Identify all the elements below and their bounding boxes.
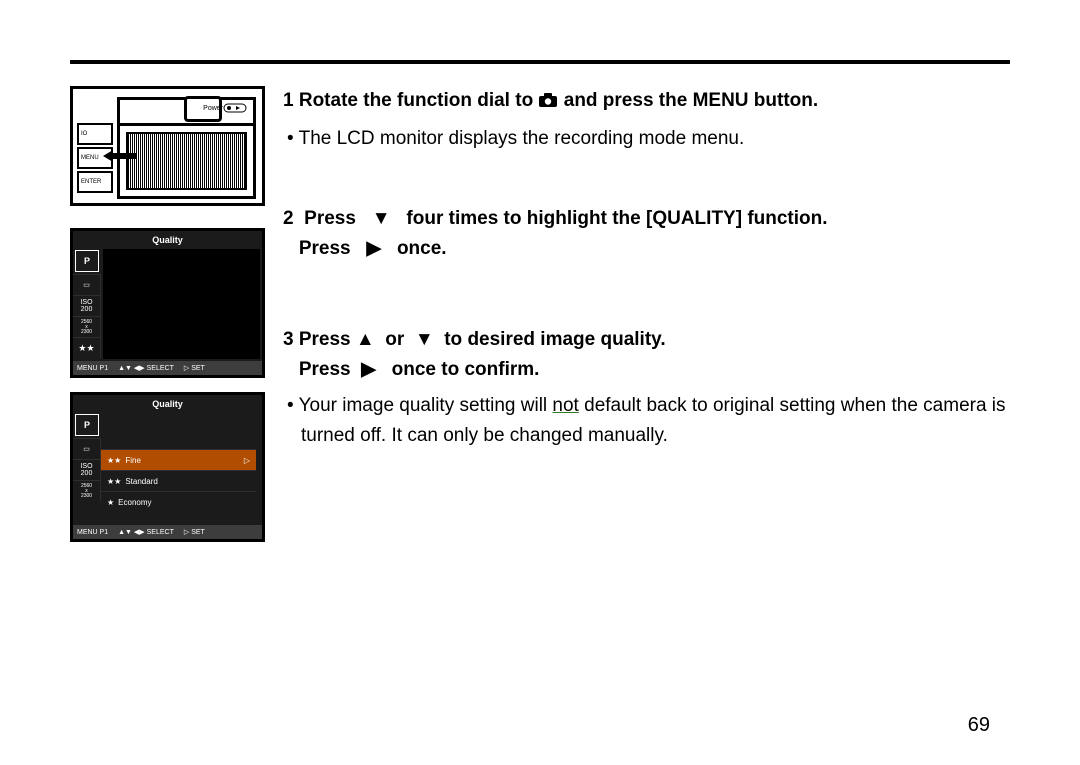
camera-back — [117, 123, 256, 199]
down-triangle-icon: ▼ — [372, 204, 391, 234]
step-text: to desired image quality. — [444, 329, 665, 350]
option-label: Fine — [125, 456, 141, 465]
step-2: 2 Press ▼ four times to highlight the [Q… — [283, 204, 1010, 265]
power-label: Power — [203, 103, 247, 113]
iso-icon: ISO 200 — [73, 459, 101, 480]
star-icon: ★★ — [107, 456, 121, 465]
size-icon: 2560 x 2300 — [73, 480, 101, 501]
lcd-option-list: ★★ Fine ▷ ★★ Standard ★ Economy — [101, 449, 256, 512]
lcd-title: Quality — [73, 399, 262, 409]
camera-screen-hatch — [126, 132, 247, 190]
lcd-left-icons: P ▭ ISO 200 2560 x 2300 — [73, 412, 101, 501]
step-text: once to confirm. — [392, 359, 540, 380]
btn-enter: ENTER — [77, 171, 113, 193]
step-text: or — [385, 329, 404, 350]
step-text: once. — [397, 238, 447, 259]
page-number: 69 — [968, 714, 990, 737]
option-label: Economy — [118, 498, 151, 507]
step-number: 2 — [283, 204, 294, 234]
step-text: Press — [299, 329, 351, 350]
down-triangle-icon: ▼ — [415, 325, 434, 355]
step-number: 3 — [283, 325, 294, 355]
lcd-quality-options: Quality P ▭ ISO 200 2560 x 2300 ★★ Fine … — [70, 392, 265, 542]
btn-io: IO — [77, 123, 113, 145]
step-text: four times to highlight the [QUALITY] fu… — [406, 208, 827, 229]
quality-stars-icon: ★★ — [73, 337, 101, 358]
step-bullet: Your image quality setting will not defa… — [287, 391, 1010, 450]
option-fine: ★★ Fine ▷ — [101, 449, 256, 470]
lcd-footer: MENU P1 ▲▼ ◀▶ SELECT ▷ SET — [73, 525, 262, 539]
top-rule — [70, 60, 1010, 64]
camera-top: Power — [117, 97, 256, 126]
size-icon: 2560 x 2300 — [73, 316, 101, 337]
step-1: 1 Rotate the function dial to and press … — [283, 86, 1010, 154]
up-triangle-icon: ▲ — [356, 325, 375, 355]
underlined-not: not — [552, 395, 578, 416]
option-economy: ★ Economy — [101, 491, 256, 512]
lcd-footer: MENU P1 ▲▼ ◀▶ SELECT ▷ SET — [73, 361, 262, 375]
figure-column: Power IO MENU ENTER Quality — [70, 86, 265, 556]
lcd-left-icons: P ▭ ISO 200 2560 x 2300 ★★ — [73, 248, 101, 358]
option-label: Standard — [125, 477, 157, 486]
lcd-preview-area — [103, 249, 260, 359]
instruction-column: 1 Rotate the function dial to and press … — [283, 86, 1010, 556]
step-text: Rotate the function dial to — [299, 90, 533, 111]
camera-illustration: Power IO MENU ENTER — [70, 86, 265, 206]
chevron-right-icon: ▷ — [244, 456, 250, 465]
option-standard: ★★ Standard — [101, 470, 256, 491]
frame-icon: ▭ — [73, 274, 101, 295]
step-text: Press — [304, 208, 356, 229]
star-icon: ★ — [107, 498, 114, 507]
camera-mode-icon — [538, 88, 558, 118]
lcd-quality-menu: Quality P ▭ ISO 200 2560 x 2300 ★★ MENU … — [70, 228, 265, 378]
star-icon: ★★ — [107, 477, 121, 486]
lcd-title: Quality — [73, 235, 262, 245]
p-mode-icon: P — [75, 250, 99, 272]
step-text: and press the MENU button. — [564, 90, 818, 111]
right-triangle-icon: ▶ — [361, 355, 376, 385]
step-text: Press — [299, 359, 351, 380]
step-bullet: The LCD monitor displays the recording m… — [287, 124, 1010, 153]
frame-icon: ▭ — [73, 438, 101, 459]
step-text: Press — [299, 238, 351, 259]
right-triangle-icon: ▶ — [366, 234, 381, 264]
step-number: 1 — [283, 86, 294, 116]
p-mode-icon: P — [75, 414, 99, 436]
step-3: 3 Press ▲ or ▼ to desired image quality.… — [283, 325, 1010, 451]
iso-icon: ISO 200 — [73, 295, 101, 316]
pointer-arrow-icon — [103, 147, 137, 165]
